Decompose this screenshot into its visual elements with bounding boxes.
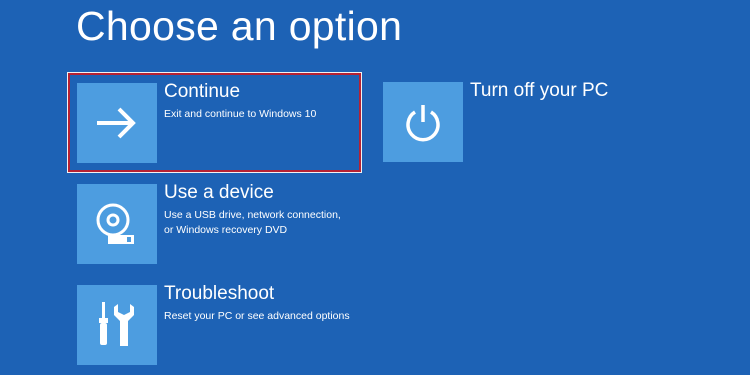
troubleshoot-option[interactable]: Troubleshoot Reset your PC or see advanc… xyxy=(77,283,354,365)
continue-label: Continue xyxy=(164,81,241,102)
turn-off-pc-option[interactable]: Turn off your PC xyxy=(383,80,643,162)
tools-icon xyxy=(99,302,134,346)
use-a-device-label: Use a device xyxy=(164,182,274,203)
continue-description: Exit and continue to Windows 10 xyxy=(164,107,354,122)
use-a-device-tile[interactable] xyxy=(77,184,157,264)
continue-description-line: Exit and continue to Windows 10 xyxy=(164,108,317,120)
turn-off-pc-label: Turn off your PC xyxy=(470,80,609,101)
power-icon xyxy=(406,105,440,142)
troubleshoot-description-line: Reset your PC or see advanced options xyxy=(164,310,350,322)
turn-off-pc-tile[interactable] xyxy=(383,82,463,162)
arrow-right-icon xyxy=(97,107,136,139)
page-title: Choose an option xyxy=(76,3,403,49)
recovery-screen: Choose an option Continue Exit and conti… xyxy=(0,0,750,375)
use-a-device-option[interactable]: Use a device Use a USB drive, network co… xyxy=(77,182,354,264)
disc-drive-icon xyxy=(96,203,134,244)
use-a-device-description-line: or Windows recovery DVD xyxy=(164,224,288,236)
troubleshoot-tile[interactable] xyxy=(77,285,157,365)
use-a-device-description: Use a USB drive, network connection, or … xyxy=(164,208,354,238)
continue-tile[interactable] xyxy=(77,83,157,163)
troubleshoot-description: Reset your PC or see advanced options xyxy=(164,309,354,324)
troubleshoot-label: Troubleshoot xyxy=(164,283,275,304)
use-a-device-description-line: Use a USB drive, network connection, xyxy=(164,209,341,221)
continue-option[interactable]: Continue Exit and continue to Windows 10 xyxy=(77,81,354,163)
